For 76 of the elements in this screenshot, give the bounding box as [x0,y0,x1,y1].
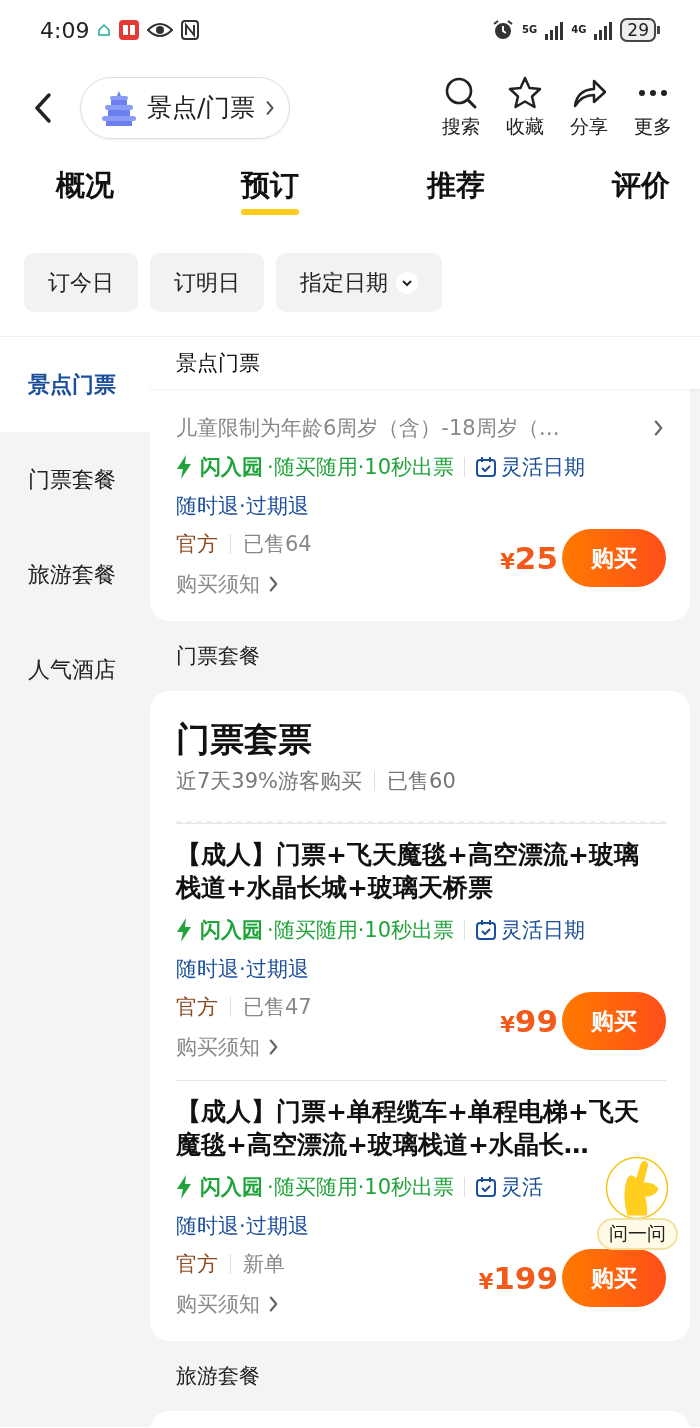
sidebar-item[interactable]: 门票套餐 [0,432,150,527]
calendar-check-icon [475,456,498,478]
date-chip[interactable]: 指定日期 [276,253,442,312]
lightning-icon [176,1175,192,1199]
official-tag: 官方 [176,530,218,558]
date-chip[interactable]: 订今日 [24,253,138,312]
tab[interactable]: 评价 [612,155,670,217]
sidebar-item[interactable]: 景点门票 [0,337,150,432]
ticket-feature-text: ·随买随用·10秒出票 [267,454,455,481]
notice-link[interactable]: 购买须知 [176,563,279,605]
eye-icon [147,22,174,38]
sales-count: 新单 [243,1251,285,1278]
price: ¥25 [500,540,558,576]
date-tag: 灵活日期 [501,916,586,944]
clock-time: 4:09 [40,17,90,43]
package-stat: 已售60 [387,768,456,795]
section-label: 旅游套餐 [175,1363,261,1390]
alarm-icon [492,19,514,41]
date-chip[interactable]: 订明日 [150,253,264,312]
package-title: 门票套票 [176,718,313,761]
signal-icon [594,20,613,40]
more-icon [638,88,668,97]
section-header: 景点门票 [150,337,700,389]
nfc-icon [181,20,200,40]
toolbar-button[interactable]: 分享 [564,75,614,140]
chevron-right-icon [268,1038,279,1056]
toolbar-button[interactable]: 收藏 [500,75,550,140]
back-button[interactable] [34,91,52,124]
chevron-right-icon [265,98,276,117]
sales-count: 已售47 [243,994,312,1021]
official-tag: 官方 [176,1250,218,1278]
caret-down-icon [396,271,418,294]
flash-entry-tag: 闪入园 [200,916,263,944]
battery-level: 29 [620,18,656,42]
date-tag: 灵活 [501,1173,544,1201]
package-stat: 近7天39%游客购买 [176,768,363,795]
toolbar-button[interactable]: 搜索 [436,75,486,140]
tab[interactable]: 预订 [241,155,300,217]
tab[interactable]: 推荐 [426,155,485,217]
ticket-feature-text: ·随买随用·10秒出票 [267,1174,455,1201]
lightning-icon [176,455,192,479]
search-icon [444,75,478,110]
refund-policy: 随时退·过期退 [176,493,309,520]
notice-link[interactable]: 购买须知 [176,1026,279,1068]
home-icon [97,23,112,37]
chevron-right-icon [268,1295,279,1313]
back-icon [34,91,52,124]
chevron-right-icon [653,419,664,437]
toolbar-button[interactable]: 更多 [628,75,678,140]
network-label: 5G [522,25,538,35]
calendar-check-icon [475,1176,498,1198]
refund-policy: 随时退·过期退 [176,1213,309,1240]
flash-entry-tag: 闪入园 [200,1173,263,1201]
section-label: 门票套餐 [175,643,261,670]
tab[interactable]: 概况 [56,155,114,217]
flash-entry-tag: 闪入园 [200,453,263,481]
product-description: 儿童限制为年龄6周岁（含）-18周岁（… [176,415,560,442]
official-tag: 官方 [176,993,218,1021]
chevron-right-icon [268,575,279,593]
sales-count: 已售64 [243,531,312,558]
sidebar-item[interactable]: 旅游套餐 [0,527,150,622]
mascot-drawing [605,1156,669,1220]
star-icon [508,75,542,110]
notice-link[interactable]: 购买须知 [176,1283,279,1325]
ticket-feature-text: ·随买随用·10秒出票 [267,917,455,944]
price: ¥199 [478,1260,558,1296]
temple-icon [101,89,137,126]
network-label: 4G [571,25,587,35]
price: ¥99 [500,1003,558,1039]
lightning-icon [176,918,192,942]
date-tag: 灵活日期 [501,453,586,481]
calendar-check-icon [475,919,498,941]
sidebar-item[interactable]: 人气酒店 [0,622,150,717]
signal-icon [545,20,564,40]
product-title: 【成人】门票+飞天魔毯+高空漂流+玻璃栈道+水晶长城+玻璃天桥票 [176,839,640,904]
refund-policy: 随时退·过期退 [176,956,309,983]
